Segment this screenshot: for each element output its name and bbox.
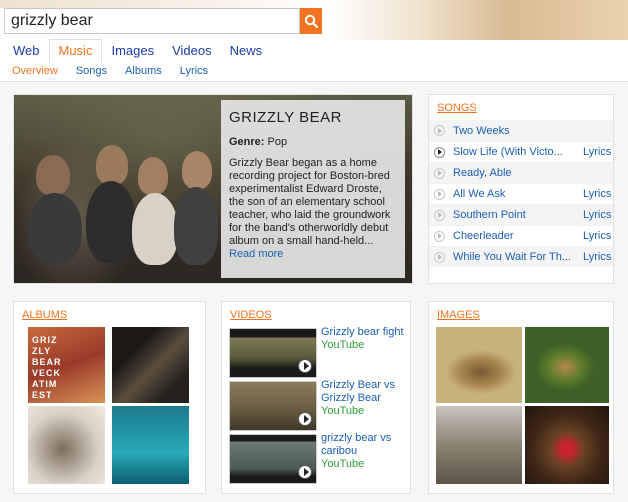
- artist-description: Grizzly Bear began as a home recording p…: [229, 157, 397, 261]
- video-item: Grizzly Bear vs Grizzly Bear YouTube: [229, 379, 409, 431]
- play-icon[interactable]: [434, 230, 445, 242]
- nav-videos[interactable]: Videos: [163, 40, 221, 62]
- subnav-songs[interactable]: Songs: [67, 65, 116, 77]
- band-member: [28, 193, 82, 263]
- images-panel: IMAGES: [428, 301, 614, 494]
- video-thumbnail[interactable]: [229, 381, 317, 431]
- song-lyrics-link[interactable]: Lyrics: [583, 146, 611, 158]
- video-title-link[interactable]: grizzly bear vs caribou: [321, 432, 391, 457]
- album-cover[interactable]: GRIZ ZLY BEAR VECK ATIM EST: [28, 327, 105, 403]
- nav-web[interactable]: Web: [4, 40, 49, 62]
- songs-list: Two Weeks Slow Life (With Victo... Lyric…: [429, 120, 613, 267]
- play-icon[interactable]: [434, 125, 445, 136]
- artist-hero: GRIZZLY BEAR Genre: Pop Grizzly Bear beg…: [13, 94, 413, 284]
- nav-news[interactable]: News: [221, 40, 272, 62]
- nav-music[interactable]: Music: [48, 39, 103, 63]
- header: Web Music Images Videos News Overview So…: [0, 0, 628, 82]
- video-source: YouTube: [321, 458, 365, 470]
- header-banner-image: [330, 0, 628, 40]
- video-source: YouTube: [321, 339, 365, 351]
- video-item: grizzly bear vs caribou YouTube: [229, 432, 409, 484]
- band-member: [86, 181, 136, 263]
- nav-images[interactable]: Images: [102, 40, 163, 62]
- song-title[interactable]: All We Ask: [453, 188, 573, 200]
- song-title[interactable]: Slow Life (With Victo...: [453, 146, 573, 158]
- song-lyrics-link[interactable]: Lyrics: [583, 209, 611, 221]
- image-thumbnail[interactable]: [525, 406, 609, 484]
- image-thumbnail[interactable]: [525, 327, 609, 403]
- song-title[interactable]: While You Wait For Th...: [453, 251, 573, 263]
- album-cover[interactable]: [28, 406, 105, 484]
- video-item: Grizzly bear fight YouTube: [229, 326, 409, 378]
- song-row[interactable]: Cheerleader Lyrics: [429, 225, 613, 246]
- sub-nav: Overview Songs Albums Lyrics: [3, 63, 217, 79]
- band-member: [132, 193, 178, 265]
- song-lyrics-link[interactable]: Lyrics: [583, 230, 611, 242]
- description-text: Grizzly Bear began as a home recording p…: [229, 157, 391, 247]
- artist-info-box: GRIZZLY BEAR Genre: Pop Grizzly Bear beg…: [221, 100, 405, 278]
- search-icon: [304, 14, 318, 28]
- band-member: [138, 157, 168, 195]
- songs-title-link[interactable]: SONGS: [437, 102, 477, 114]
- album-cover[interactable]: [112, 406, 189, 484]
- play-icon[interactable]: [298, 359, 312, 373]
- video-thumbnail[interactable]: [229, 434, 317, 484]
- albums-panel: ALBUMS GRIZ ZLY BEAR VECK ATIM EST: [13, 301, 206, 494]
- artist-name: GRIZZLY BEAR: [229, 109, 342, 126]
- subnav-albums[interactable]: Albums: [116, 65, 171, 77]
- video-title-link[interactable]: Grizzly Bear vs Grizzly Bear: [321, 379, 395, 404]
- play-icon[interactable]: [298, 412, 312, 426]
- read-more-link[interactable]: Read more: [229, 248, 283, 260]
- videos-panel: VIDEOS Grizzly bear fight YouTube Grizzl…: [221, 301, 411, 494]
- genre-label: Genre:: [229, 136, 265, 148]
- genre-value: Pop: [267, 136, 288, 148]
- song-row[interactable]: Slow Life (With Victo... Lyrics: [429, 141, 613, 162]
- header-decoration: [0, 0, 330, 8]
- artist-genre: Genre: Pop: [229, 136, 397, 148]
- play-icon[interactable]: [434, 167, 445, 179]
- play-icon[interactable]: [434, 146, 445, 158]
- band-member: [182, 151, 212, 189]
- song-title[interactable]: Ready, Able: [453, 167, 573, 179]
- song-row[interactable]: While You Wait For Th... Lyrics: [429, 246, 613, 267]
- play-icon[interactable]: [298, 465, 312, 479]
- song-row[interactable]: Two Weeks: [429, 120, 613, 141]
- search-box: [4, 8, 300, 34]
- album-cover[interactable]: [112, 327, 189, 403]
- play-icon[interactable]: [434, 251, 445, 263]
- main-nav: Web Music Images Videos News: [4, 38, 272, 63]
- video-source: YouTube: [321, 405, 365, 417]
- song-lyrics-link[interactable]: Lyrics: [583, 251, 611, 263]
- videos-title-link[interactable]: VIDEOS: [230, 309, 272, 321]
- video-title-link[interactable]: Grizzly bear fight: [321, 326, 404, 338]
- song-lyrics-link[interactable]: Lyrics: [583, 188, 611, 200]
- play-icon[interactable]: [434, 209, 445, 221]
- search-button[interactable]: [300, 8, 322, 34]
- video-thumbnail[interactable]: [229, 328, 317, 378]
- songs-panel: SONGS Two Weeks Slow Life (With Victo...…: [428, 94, 614, 284]
- song-title[interactable]: Cheerleader: [453, 230, 573, 242]
- albums-title-link[interactable]: ALBUMS: [22, 309, 67, 321]
- band-member: [96, 145, 128, 185]
- subnav-lyrics[interactable]: Lyrics: [171, 65, 217, 77]
- image-thumbnail[interactable]: [436, 327, 522, 403]
- song-row[interactable]: Ready, Able: [429, 162, 613, 183]
- band-member: [36, 155, 70, 195]
- song-row[interactable]: Southern Point Lyrics: [429, 204, 613, 225]
- play-icon[interactable]: [434, 188, 445, 200]
- song-row[interactable]: All We Ask Lyrics: [429, 183, 613, 204]
- song-title[interactable]: Two Weeks: [453, 125, 573, 137]
- band-member: [174, 187, 218, 265]
- song-title[interactable]: Southern Point: [453, 209, 573, 221]
- image-thumbnail[interactable]: [436, 406, 522, 484]
- subnav-overview[interactable]: Overview: [3, 65, 67, 77]
- search-input[interactable]: [5, 9, 299, 33]
- images-title-link[interactable]: IMAGES: [437, 309, 480, 321]
- album-cover-text: GRIZ ZLY BEAR VECK ATIM EST: [32, 335, 62, 400]
